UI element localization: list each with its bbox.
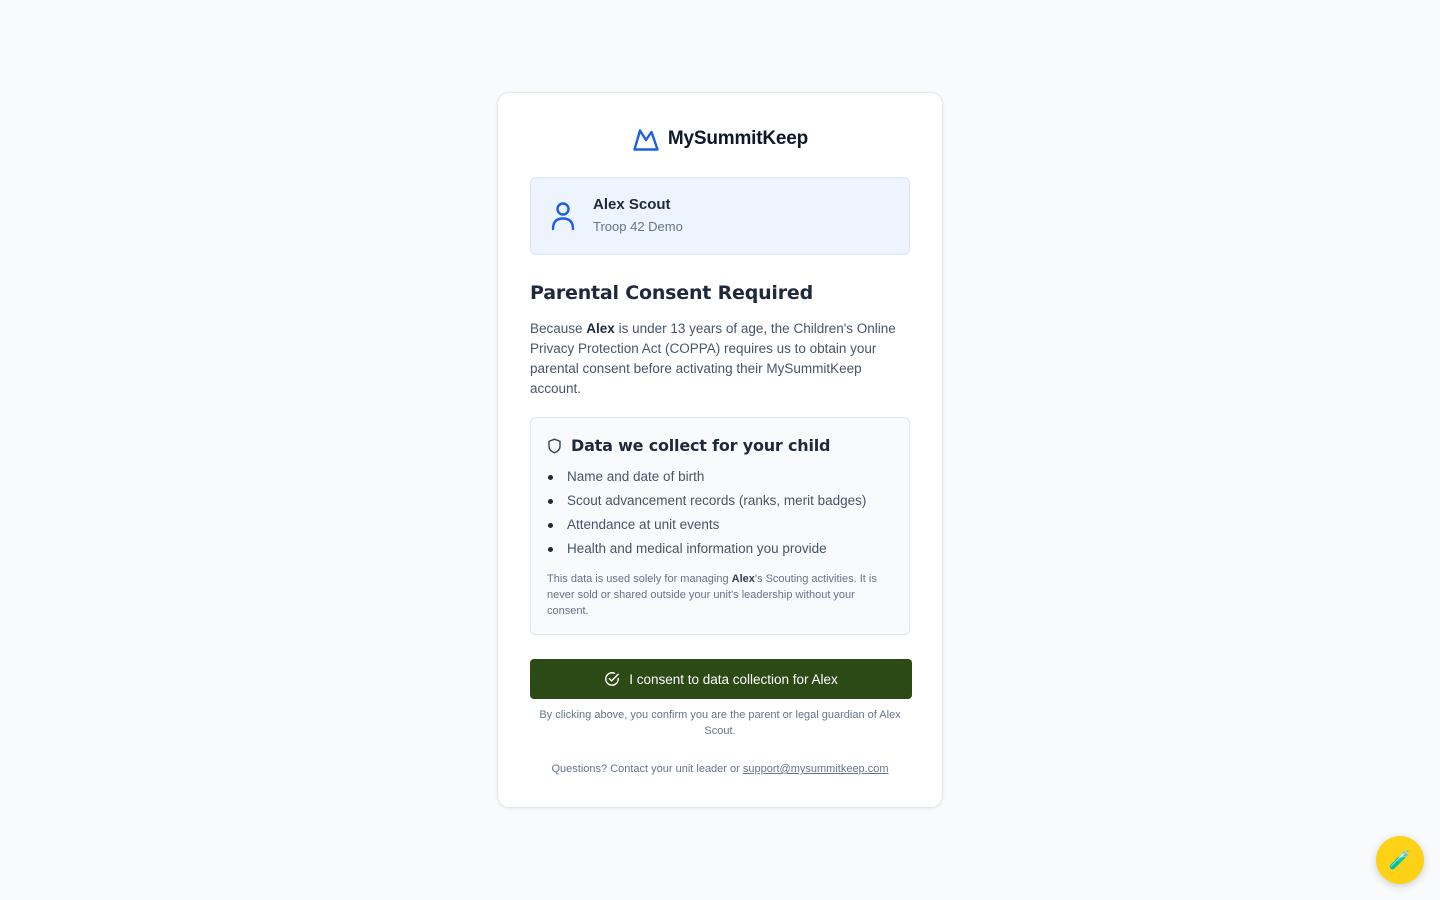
consent-description: Because Alex is under 13 years of age, t… (530, 319, 910, 399)
mountain-icon (632, 126, 660, 152)
data-usage-note: This data is used solely for managing Al… (547, 571, 893, 619)
data-collection-box: Data we collect for your child Name and … (530, 417, 910, 635)
data-box-header: Data we collect for your child (547, 436, 893, 455)
support-email-link[interactable]: support@mysummitkeep.com (743, 763, 889, 775)
user-name: Alex Scout (593, 196, 671, 213)
check-circle-icon (604, 671, 620, 687)
data-box-title: Data we collect for your child (571, 436, 831, 455)
data-list: Name and date of birth Scout advancement… (547, 465, 893, 561)
user-troop: Troop 42 Demo (593, 219, 683, 234)
support-text: Questions? Contact your unit leader or s… (530, 763, 910, 775)
shield-icon (547, 438, 562, 454)
brand-name: MySummitKeep (667, 128, 809, 149)
consent-button-label: I consent to data collection for Alex (629, 671, 838, 687)
list-item: Attendance at unit events (547, 513, 893, 537)
list-item: Name and date of birth (547, 465, 893, 489)
note-pre: This data is used solely for managing (547, 573, 732, 585)
confirm-text: By clicking above, you confirm you are t… (539, 709, 901, 737)
consent-card: MySummitKeep Alex Scout Troop 42 Demo Pa… (497, 92, 943, 808)
child-name: Alex (586, 321, 615, 336)
desc-pre: Because (530, 321, 587, 336)
list-item: Health and medical information you provi… (547, 537, 893, 561)
support-prefix: Questions? Contact your unit leader or (551, 763, 743, 775)
test-tube-fab-button[interactable]: 🧪 (1376, 836, 1424, 884)
note-child-name: Alex (731, 573, 755, 585)
brand-header: MySummitKeep (530, 125, 910, 153)
user-info-box: Alex Scout Troop 42 Demo (530, 177, 910, 255)
page-title: Parental Consent Required (530, 282, 814, 304)
test-tube-icon: 🧪 (1388, 849, 1412, 870)
list-item: Scout advancement records (ranks, merit … (547, 489, 893, 513)
user-icon (549, 200, 577, 232)
consent-button[interactable]: I consent to data collection for Alex (530, 659, 912, 699)
user-details: Alex Scout Troop 42 Demo (593, 195, 683, 237)
